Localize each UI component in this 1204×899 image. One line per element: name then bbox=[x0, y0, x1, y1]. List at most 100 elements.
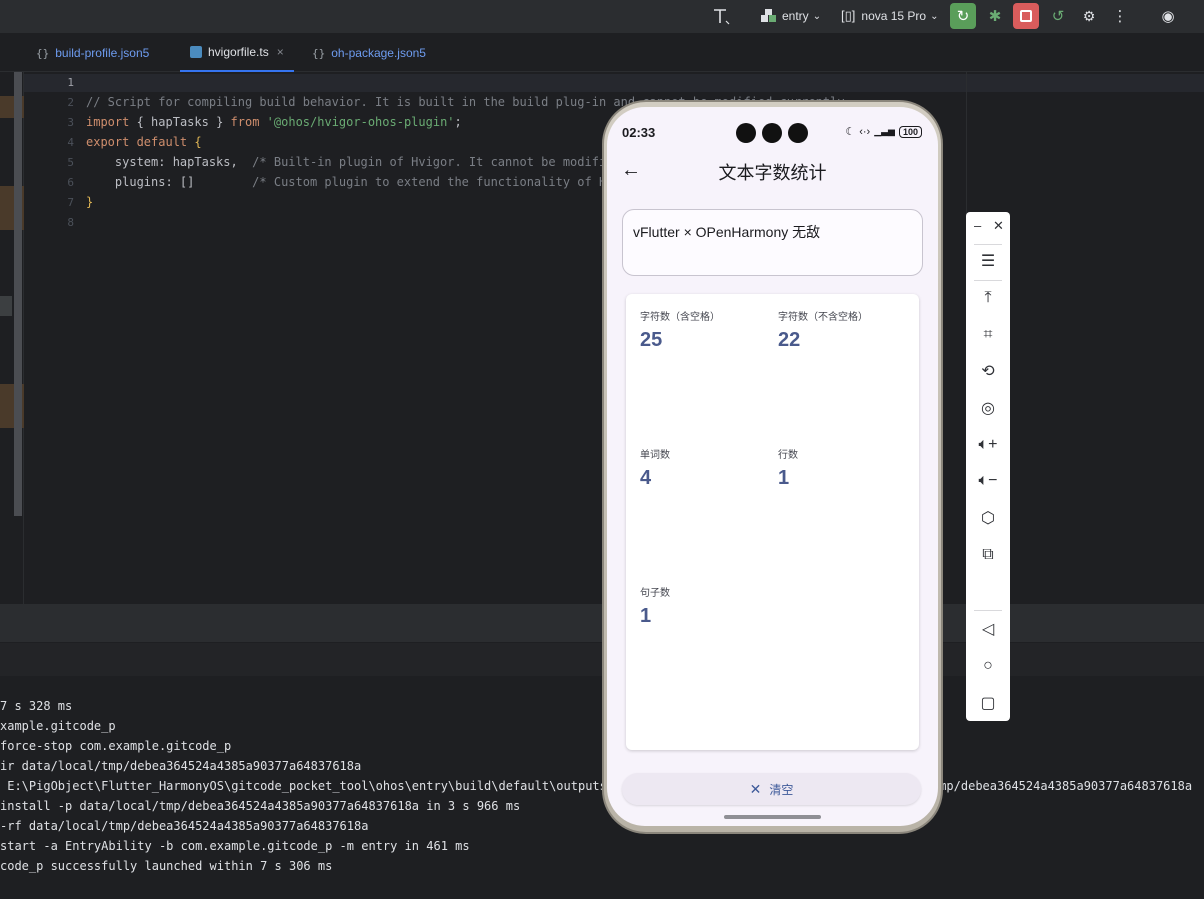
rerun-icon: ↺ bbox=[1051, 8, 1065, 25]
code-line-6: plugins: [] /* Custom plugin to extend t… bbox=[86, 172, 671, 192]
keyword: from bbox=[230, 115, 260, 129]
scroll-thumb[interactable] bbox=[0, 296, 12, 316]
bug-icon: ✱ bbox=[988, 8, 1002, 25]
ts-file-icon bbox=[190, 46, 202, 58]
tab-label: build-profile.json5 bbox=[55, 46, 150, 60]
close-icon: ✕ bbox=[749, 780, 762, 797]
status-time: 02:33 bbox=[622, 125, 656, 140]
console-line: 7 s 328 ms bbox=[0, 699, 73, 713]
line-number: 1 bbox=[67, 76, 74, 89]
stat-value: 22 bbox=[778, 329, 801, 351]
scrollbar[interactable] bbox=[14, 72, 22, 516]
tab-label: hvigorfile.ts bbox=[208, 45, 269, 59]
close-icon[interactable]: ✕ bbox=[993, 218, 1004, 234]
stat-sentences: 句子数 1 bbox=[640, 584, 670, 628]
tab-build-profile[interactable]: {} build-profile.json5 bbox=[36, 34, 149, 72]
home-nav-icon[interactable]: ○ bbox=[966, 651, 1010, 681]
stop-button[interactable] bbox=[1013, 3, 1039, 29]
line-number: 3 bbox=[67, 116, 74, 129]
chevron-down-icon: ⌄ bbox=[812, 10, 822, 22]
tab-label: oh-package.json5 bbox=[331, 46, 426, 60]
console-line: code_p successfully launched within 7 s … bbox=[0, 859, 333, 873]
clear-button-label: 清空 bbox=[769, 782, 794, 797]
stat-value: 4 bbox=[640, 467, 652, 489]
data-transfer-icon: ‹·› bbox=[859, 125, 871, 138]
line-number: 8 bbox=[67, 216, 74, 229]
page-title: 文本字数统计 bbox=[718, 163, 827, 183]
code-text: plugins: [] bbox=[86, 175, 253, 189]
record-icon[interactable]: ◎ bbox=[966, 393, 1010, 423]
stat-chars-without-spaces: 字符数（不含空格） 22 bbox=[778, 308, 868, 352]
stat-value: 1 bbox=[640, 605, 652, 627]
code-line-5: system: hapTasks, /* Built-in plugin of … bbox=[86, 152, 650, 172]
minimize-icon[interactable]: – bbox=[974, 218, 981, 233]
recents-nav-icon[interactable]: ▢ bbox=[966, 688, 1010, 718]
tab-oh-package[interactable]: {} oh-package.json5 bbox=[312, 34, 426, 72]
camera-icon bbox=[762, 123, 782, 143]
debug-button[interactable]: ✱ bbox=[982, 3, 1008, 29]
project-panel-collapsed[interactable] bbox=[0, 72, 24, 604]
line-gutter: 1 2 3 4 5 6 7 8 bbox=[24, 72, 84, 582]
console-line: ir data/local/tmp/debea364524a4385a90377… bbox=[0, 759, 362, 773]
menu-icon[interactable]: ☰ bbox=[966, 246, 1010, 276]
volume-down-icon[interactable]: 🔈︎− bbox=[966, 466, 1010, 496]
more-button[interactable]: ⋮ bbox=[1107, 3, 1133, 29]
stat-value: 1 bbox=[778, 467, 790, 489]
code-line-7: } bbox=[86, 195, 94, 209]
line-number: 4 bbox=[67, 136, 74, 149]
app-bar: ← 文本字数统计 bbox=[607, 151, 938, 191]
editor-tabs: {} build-profile.json5 hvigorfile.ts × {… bbox=[0, 34, 1204, 72]
semicolon: ; bbox=[454, 115, 462, 129]
camera-icon bbox=[736, 123, 756, 143]
back-nav-icon[interactable]: ◁ bbox=[966, 614, 1010, 644]
fold-icon[interactable]: ⬡ bbox=[966, 503, 1010, 533]
console-line: -rf data/local/tmp/debea364524a4385a9037… bbox=[0, 819, 369, 833]
stat-label: 行数 bbox=[778, 450, 798, 461]
stat-label: 字符数（含空格） bbox=[640, 312, 720, 323]
battery-icon: 100 bbox=[898, 125, 922, 138]
console-line: start -a EntryAbility -b com.example.git… bbox=[0, 839, 470, 853]
stat-chars-with-spaces: 字符数（含空格） 25 bbox=[640, 308, 720, 352]
volume-up-icon[interactable]: 🔈︎+ bbox=[966, 430, 1010, 460]
run-config-label: entry bbox=[782, 9, 809, 23]
rerun-button[interactable]: ↺ bbox=[1045, 3, 1071, 29]
pin-top-icon[interactable]: ⤒ bbox=[966, 283, 1010, 313]
string-literal: '@ohos/hvigor-ohos-plugin' bbox=[266, 115, 455, 129]
screenshot-icon[interactable]: ⧉ bbox=[966, 540, 1010, 570]
emulator-toolbar: – ✕ ☰ ⤒ ⌗ ⟲ ◎ 🔈︎+ 🔈︎− ⬡ ⧉ ◁ ○ ▢ bbox=[966, 212, 1010, 721]
keyword: export default bbox=[86, 135, 188, 149]
import-names: { hapTasks } bbox=[136, 115, 224, 129]
run-config-selector[interactable]: entry ⌄ bbox=[760, 5, 821, 27]
stat-label: 句子数 bbox=[640, 588, 670, 599]
apply-changes-button[interactable]: ↻ bbox=[950, 3, 976, 29]
console-line: E:\PigObject\Flutter_HarmonyOS\gitcode_p… bbox=[0, 779, 1193, 793]
clear-button[interactable]: ✕ 清空 bbox=[622, 773, 921, 805]
translate-icon[interactable] bbox=[712, 5, 732, 27]
divider bbox=[974, 610, 1002, 611]
stop-icon bbox=[1020, 10, 1032, 22]
keyword: import bbox=[86, 115, 130, 129]
profiler-button[interactable]: ⚙ bbox=[1076, 3, 1102, 29]
text-input[interactable]: vFlutter × OPenHarmony 无敌 bbox=[622, 209, 923, 276]
tab-hvigorfile[interactable]: hvigorfile.ts × bbox=[180, 34, 294, 72]
device-selector[interactable]: [▯] nova 15 Pro ⌄ bbox=[841, 5, 939, 27]
line-number: 2 bbox=[67, 96, 74, 109]
home-indicator[interactable] bbox=[724, 815, 821, 819]
crop-icon[interactable]: ⌗ bbox=[966, 320, 1010, 350]
refresh-icon: ↻ bbox=[956, 8, 970, 25]
target-icon: ◉ bbox=[1161, 8, 1175, 25]
line-number: 5 bbox=[67, 156, 74, 169]
status-bar: 02:33 ☾ ‹·› ▁▃▅ 100 bbox=[607, 107, 938, 147]
rotate-icon[interactable]: ⟲ bbox=[966, 356, 1010, 386]
stat-label: 字符数（不含空格） bbox=[778, 312, 868, 323]
stat-value: 25 bbox=[640, 329, 663, 351]
comment: /* Built-in plugin of Hvigor. It cannot … bbox=[252, 155, 650, 169]
module-icon bbox=[761, 9, 776, 22]
code-line-4: export default { bbox=[86, 132, 202, 152]
chevron-down-icon: ⌄ bbox=[930, 10, 939, 22]
line-number: 6 bbox=[67, 176, 74, 189]
settings-button[interactable]: ◉ bbox=[1155, 3, 1181, 29]
console-line: xample.gitcode_p bbox=[0, 719, 116, 733]
status-icons: ☾ ‹·› ▁▃▅ 100 bbox=[845, 125, 922, 138]
close-icon[interactable]: × bbox=[277, 45, 284, 59]
